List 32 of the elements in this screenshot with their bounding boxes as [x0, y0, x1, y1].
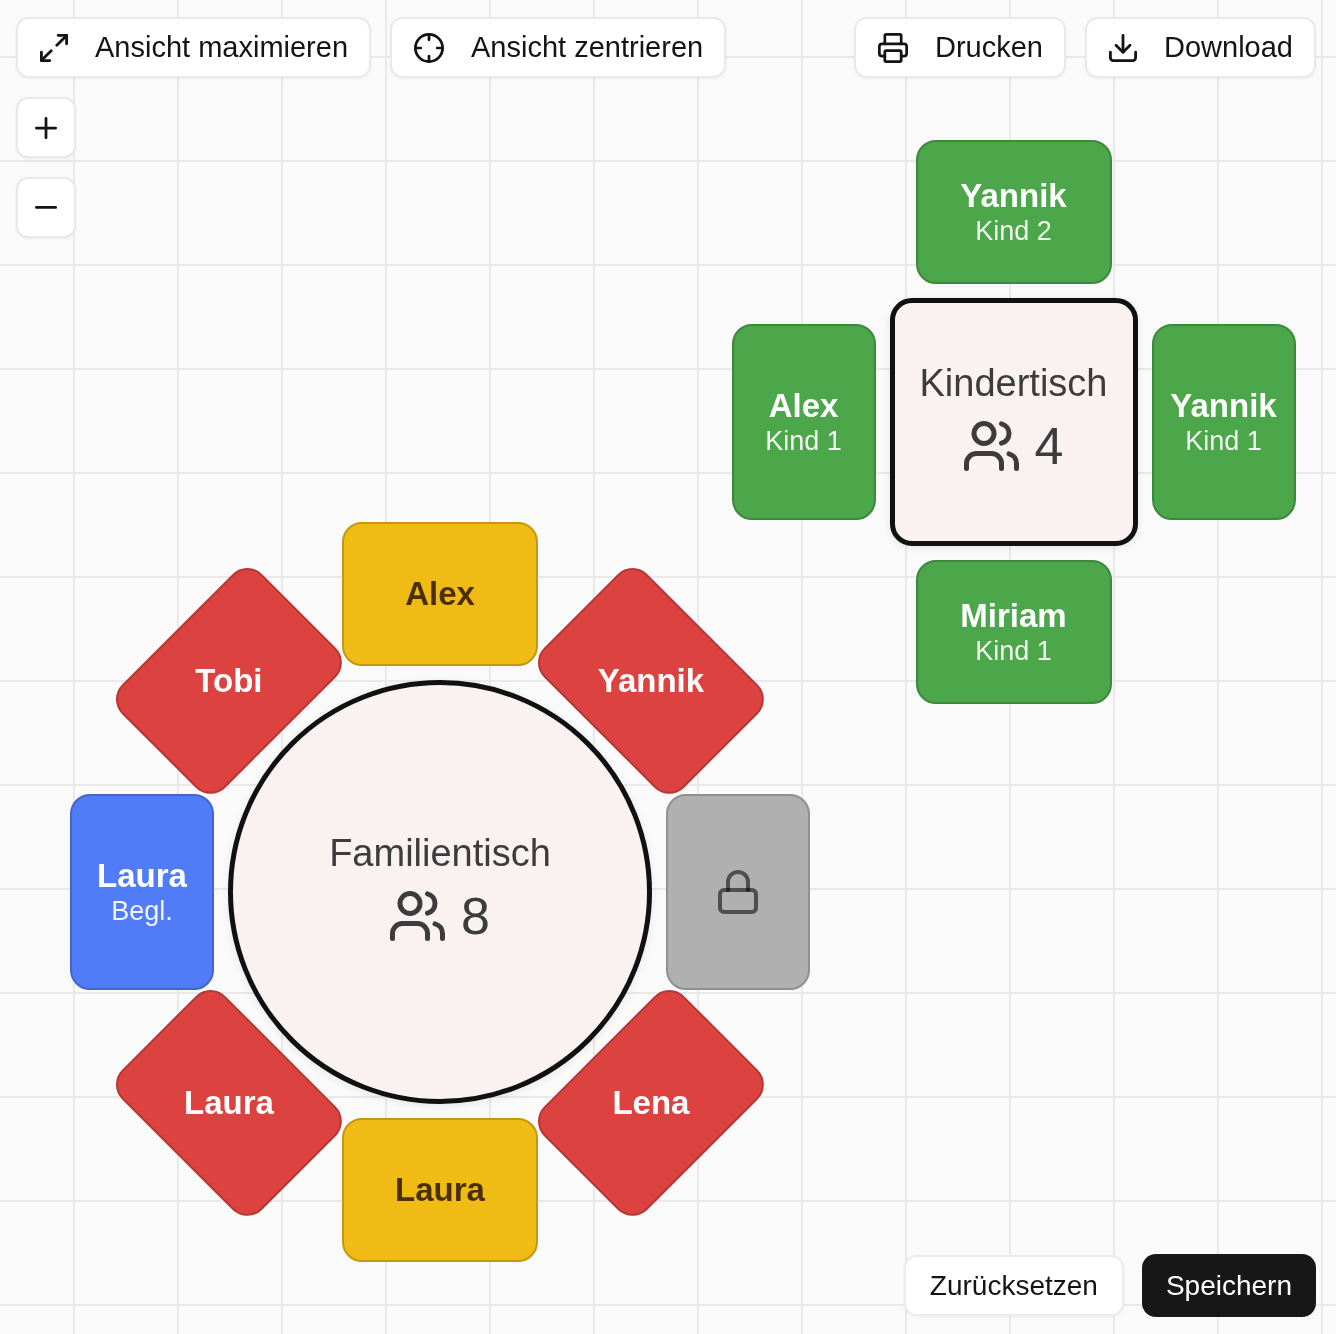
reset-button[interactable]: Zurücksetzen — [903, 1255, 1124, 1316]
seat-card[interactable]: Laura — [342, 1118, 538, 1262]
seat-card[interactable]: Yannik Kind 1 — [1151, 324, 1296, 520]
seat-card[interactable]: Yannik — [537, 568, 764, 795]
seat-card[interactable]: Laura Begl. — [70, 794, 214, 990]
zoom-in-button[interactable] — [16, 97, 76, 158]
seat-card[interactable]: Alex Kind 1 — [731, 324, 876, 520]
seat-card[interactable]: Yannik Kind 2 — [915, 140, 1112, 284]
table-name: Kindertisch — [919, 361, 1108, 407]
maximize-view-button[interactable]: Ansicht maximieren — [16, 17, 372, 78]
download-icon — [1109, 33, 1137, 62]
save-button[interactable]: Speichern — [1141, 1254, 1316, 1317]
minus-icon — [35, 206, 57, 209]
guest-count: 4 — [1034, 417, 1064, 475]
plus-icon — [35, 116, 57, 139]
seat-card[interactable]: Alex — [342, 522, 538, 666]
center-view-button[interactable]: Ansicht zentrieren — [390, 17, 727, 78]
lock-icon — [718, 870, 758, 914]
people-icon — [390, 891, 446, 942]
seat-card[interactable]: Miriam Kind 1 — [915, 560, 1112, 704]
expand-arrows-icon — [40, 33, 68, 62]
seat-card[interactable]: Laura — [116, 989, 343, 1216]
seat-card[interactable]: Tobi — [116, 568, 343, 795]
table-name: Familientisch — [329, 831, 551, 877]
download-button[interactable]: Download — [1085, 17, 1316, 78]
seat-card[interactable]: Lena — [537, 989, 764, 1216]
locked-seat[interactable] — [666, 794, 810, 990]
print-button[interactable]: Drucken — [854, 17, 1066, 78]
people-icon — [963, 421, 1019, 472]
crosshair-icon — [414, 32, 445, 63]
guest-count: 8 — [461, 887, 490, 945]
printer-icon — [878, 32, 908, 63]
